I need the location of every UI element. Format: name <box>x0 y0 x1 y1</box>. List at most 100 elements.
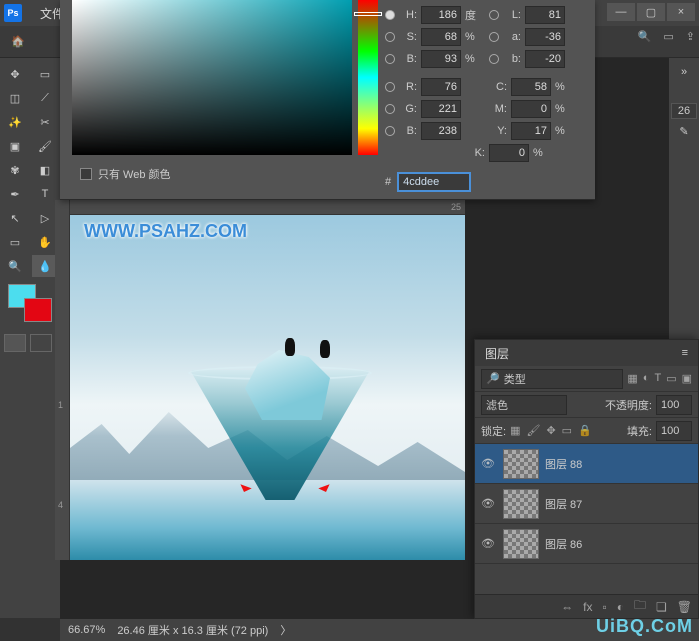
lock-position-icon[interactable]: ✥ <box>546 424 555 437</box>
radio-g[interactable] <box>385 104 395 114</box>
window-close-button[interactable]: × <box>667 3 695 21</box>
radio-bc[interactable] <box>385 126 395 136</box>
layer-visibility-icon[interactable]: 👁 <box>479 537 497 550</box>
layer-mask-icon[interactable]: ▫ <box>602 600 606 614</box>
layer-row[interactable]: 👁 图层 87 <box>475 484 698 524</box>
web-safe-checkbox[interactable] <box>80 168 92 180</box>
canvas-image: WWW.PSAHZ.COM <box>70 215 465 560</box>
search-icon[interactable]: 🔍 <box>638 30 652 43</box>
input-g[interactable] <box>421 100 461 118</box>
shape-tool[interactable]: ▭ <box>2 231 28 253</box>
filter-adjust-icon[interactable]: ◐ <box>643 372 650 385</box>
input-b[interactable] <box>421 50 461 68</box>
layer-thumbnail[interactable] <box>503 489 539 519</box>
input-c[interactable] <box>511 78 551 96</box>
filter-shape-icon[interactable]: ▭ <box>666 372 676 385</box>
adjustment-layer-icon[interactable]: ◐ <box>617 600 624 614</box>
canvas[interactable]: WWW.PSAHZ.COM <box>70 215 465 560</box>
input-k[interactable] <box>489 144 529 162</box>
zoom-tool[interactable]: 🔍 <box>2 255 28 277</box>
layer-row[interactable]: 👁 图层 86 <box>475 524 698 564</box>
panel-menu-icon[interactable]: ≡ <box>682 347 688 359</box>
input-l[interactable] <box>525 6 565 24</box>
label-s: S: <box>399 31 417 43</box>
radio-r[interactable] <box>385 82 395 92</box>
eraser-tool[interactable]: ◧ <box>32 159 58 181</box>
input-bc[interactable] <box>421 122 461 140</box>
marquee-tool[interactable]: ◫ <box>2 87 28 109</box>
filter-smart-icon[interactable]: ▣ <box>682 372 692 385</box>
layer-visibility-icon[interactable]: 👁 <box>479 497 497 510</box>
zoom-level[interactable]: 66.67% <box>68 624 105 636</box>
input-b2[interactable] <box>525 50 565 68</box>
layer-visibility-icon[interactable]: 👁 <box>479 457 497 470</box>
opacity-label: 不透明度: <box>605 397 652 413</box>
delete-layer-icon[interactable]: 🗑 <box>677 600 692 614</box>
arrange-icon[interactable]: ▭ <box>663 30 673 43</box>
doc-dimensions: 26.46 厘米 x 16.3 厘米 (72 ppi) <box>117 622 268 638</box>
radio-b[interactable] <box>385 54 395 64</box>
lock-all-icon[interactable]: 🔒 <box>578 424 592 437</box>
hex-row: # <box>385 172 471 192</box>
layer-thumbnail[interactable] <box>503 529 539 559</box>
new-layer-icon[interactable]: ❏ <box>656 600 667 614</box>
radio-h[interactable] <box>385 10 395 20</box>
input-h[interactable] <box>421 6 461 24</box>
blend-mode-select[interactable]: 滤色 <box>481 395 567 415</box>
layer-name[interactable]: 图层 86 <box>545 536 582 552</box>
input-y[interactable] <box>511 122 551 140</box>
app-logo-icon: Ps <box>4 4 22 22</box>
color-field[interactable] <box>72 0 352 155</box>
hue-slider[interactable] <box>358 0 378 155</box>
filter-pixel-icon[interactable]: ▦ <box>627 372 637 385</box>
wand-tool[interactable]: ✨ <box>2 111 28 133</box>
radio-l[interactable] <box>489 10 499 20</box>
path-tool[interactable]: ↖ <box>2 207 28 229</box>
layers-panel-tab[interactable]: 图层 ≡ <box>475 340 698 366</box>
radio-a[interactable] <box>489 32 499 42</box>
pen-tool[interactable]: ✒ <box>2 183 28 205</box>
layer-fx-icon[interactable]: fx <box>583 600 592 614</box>
link-layers-icon[interactable]: ⇔ <box>561 600 573 614</box>
layer-name[interactable]: 图层 87 <box>545 496 582 512</box>
expand-panels-icon[interactable]: » <box>671 61 698 83</box>
color-values: H:度 L: S:% a: B:% b: R: C:% G: M:% B: Y:… <box>385 4 589 164</box>
edit-properties-icon[interactable]: ✎ <box>679 125 688 138</box>
radio-s[interactable] <box>385 32 395 42</box>
frame-tool[interactable]: ▣ <box>2 135 28 157</box>
clone-tool[interactable]: ✾ <box>2 159 28 181</box>
radio-b2[interactable] <box>489 54 499 64</box>
opacity-input[interactable]: 100 <box>656 395 692 415</box>
window-maximize-button[interactable]: ▢ <box>637 3 665 21</box>
home-icon[interactable]: 🏠 <box>8 32 28 52</box>
quickmask-mask[interactable] <box>30 334 52 352</box>
input-a[interactable] <box>525 28 565 46</box>
status-arrow-icon[interactable]: 〉 <box>280 622 291 638</box>
lock-artboard-icon[interactable]: ▭ <box>562 424 572 437</box>
filter-type-icon[interactable]: T <box>654 372 661 385</box>
lasso-tool[interactable]: ⟋ <box>32 87 58 109</box>
layer-row[interactable]: 👁 图层 88 <box>475 444 698 484</box>
crop-tool[interactable]: ✂ <box>32 111 58 133</box>
input-r[interactable] <box>421 78 461 96</box>
label-m: M: <box>489 103 507 115</box>
artboard-tool[interactable]: ▭ <box>32 63 58 85</box>
share-icon[interactable]: ⇪ <box>686 30 695 43</box>
quickmask-standard[interactable] <box>4 334 26 352</box>
lock-pixels-icon[interactable]: 🖌 <box>526 424 540 437</box>
window-minimize-button[interactable]: — <box>607 3 635 21</box>
hue-slider-thumb[interactable] <box>354 12 382 16</box>
input-m[interactable] <box>511 100 551 118</box>
label-b: B: <box>399 53 417 65</box>
layer-name[interactable]: 图层 88 <box>545 456 582 472</box>
lock-transparency-icon[interactable]: ▦ <box>510 424 520 437</box>
input-s[interactable] <box>421 28 461 46</box>
brush-tool[interactable]: 🖌 <box>32 135 58 157</box>
hex-input[interactable] <box>397 172 471 192</box>
layer-filter-type[interactable]: 🔎 类型 <box>481 369 623 389</box>
new-group-icon[interactable]: 🗀 <box>634 596 646 617</box>
fill-input[interactable]: 100 <box>656 421 692 441</box>
background-color-swatch[interactable] <box>24 298 52 322</box>
layer-thumbnail[interactable] <box>503 449 539 479</box>
move-tool[interactable]: ✥ <box>2 63 28 85</box>
